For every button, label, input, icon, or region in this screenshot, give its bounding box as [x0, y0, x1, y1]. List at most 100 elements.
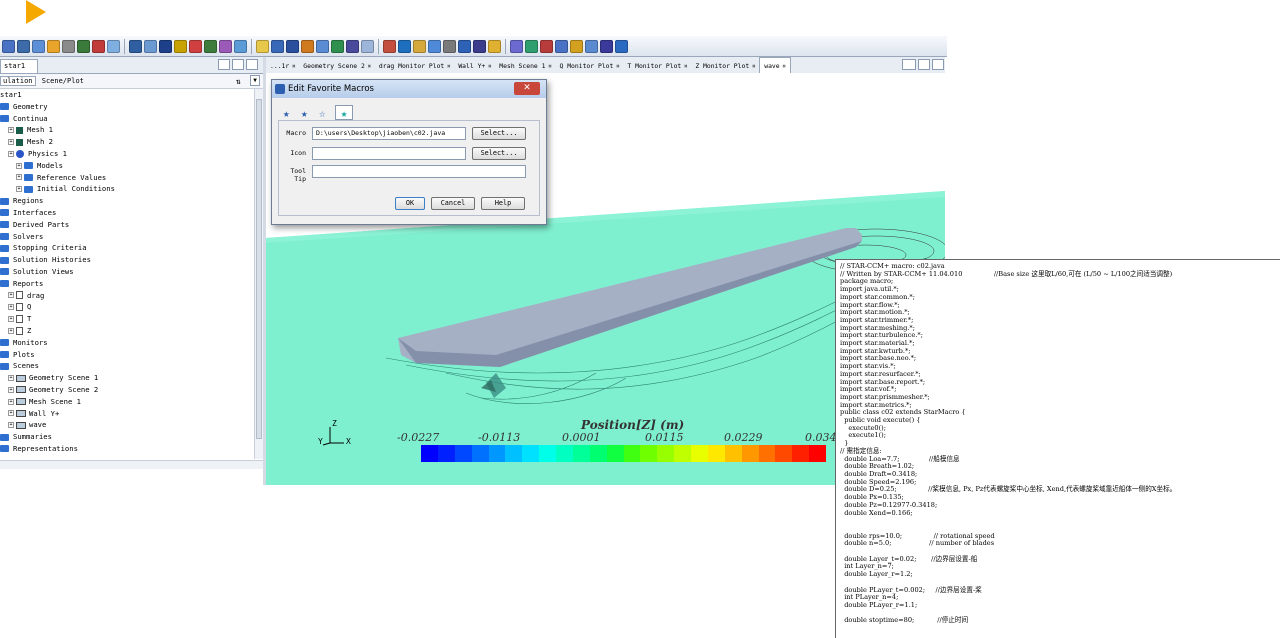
macro-path-input[interactable]: D:\users\Desktop\jiaoben\c02.java	[312, 127, 466, 140]
toolbar-tool-icon[interactable]	[47, 39, 60, 53]
star-outline-icon[interactable]: ☆	[319, 107, 326, 120]
tab-close-icon[interactable]: ⌘	[613, 64, 619, 70]
tab-simulation-view[interactable]: ulation	[0, 76, 36, 86]
expand-icon[interactable]: +	[8, 422, 14, 429]
tab-simulation[interactable]: star1	[0, 59, 38, 74]
toolbar-tool-icon[interactable]	[174, 39, 187, 53]
restore-icon[interactable]	[232, 59, 244, 70]
toolbar-tool-icon[interactable]	[413, 39, 426, 53]
star-icon[interactable]: ★	[301, 107, 308, 120]
tree-scrollbar-thumb[interactable]	[256, 99, 262, 439]
expand-icon[interactable]: +	[8, 139, 14, 146]
tree-item[interactable]: Interfaces	[0, 207, 254, 219]
tree-item[interactable]: + Z	[0, 325, 254, 337]
star-icon[interactable]: ★	[283, 107, 290, 120]
expand-icon[interactable]: +	[8, 327, 14, 334]
tab-close-icon[interactable]: ⌘	[365, 64, 371, 70]
tree-filter-icon[interactable]: ⇅	[236, 75, 241, 89]
tab-close-icon[interactable]: ⌘	[444, 64, 450, 70]
tree-item[interactable]: Reports	[0, 278, 254, 290]
tree-item[interactable]: + Physics 1	[0, 148, 254, 160]
toolbar-tool-icon[interactable]	[398, 39, 411, 53]
tree-item[interactable]: Scenes	[0, 360, 254, 372]
toolbar-tool-icon[interactable]	[219, 39, 232, 53]
tree-item[interactable]: Continua	[0, 113, 254, 125]
tree-item[interactable]: + Geometry Scene 1	[0, 372, 254, 384]
select-macro-button[interactable]: Select...	[472, 127, 526, 140]
toolbar-tool-icon[interactable]	[189, 39, 202, 53]
scene-tab[interactable]: ...1r ⌘	[266, 58, 299, 73]
tree-item[interactable]: + Mesh 2	[0, 136, 254, 148]
tree-item[interactable]: + Geometry Scene 2	[0, 384, 254, 396]
tab-close-icon[interactable]: ⌘	[780, 64, 786, 70]
play-icon[interactable]	[26, 0, 46, 24]
expand-icon[interactable]: +	[8, 386, 14, 393]
dialog-titlebar[interactable]: Edit Favorite Macros ✕	[272, 80, 546, 98]
toolbar-tool-icon[interactable]	[204, 39, 217, 53]
tree-item[interactable]: + Mesh Scene 1	[0, 396, 254, 408]
expand-icon[interactable]: +	[8, 316, 14, 323]
tree-item[interactable]: + drag	[0, 290, 254, 302]
tab-close-icon[interactable]: ⌘	[749, 64, 755, 70]
toolbar-tool-icon[interactable]	[555, 39, 568, 53]
tree-scrollbar[interactable]	[254, 89, 263, 459]
toolbar-tool-icon[interactable]	[77, 39, 90, 53]
toolbar-tool-icon[interactable]	[159, 39, 172, 53]
tree-item[interactable]: + Reference Values	[0, 172, 254, 184]
minimize-icon[interactable]	[218, 59, 230, 70]
toolbar-tool-icon[interactable]	[615, 39, 628, 53]
scene-tab[interactable]: Geometry Scene 2 ⌘	[299, 58, 375, 73]
select-icon-button[interactable]: Select...	[472, 147, 526, 160]
tree-item[interactable]: Monitors	[0, 337, 254, 349]
expand-icon[interactable]: +	[16, 162, 22, 169]
expand-icon[interactable]: +	[8, 410, 14, 417]
tree-item[interactable]: Representations	[0, 443, 254, 455]
toolbar-tool-icon[interactable]	[473, 39, 486, 53]
tree-item[interactable]: + Wall Y+	[0, 408, 254, 420]
scene-tab[interactable]: Z Monitor Plot ⌘	[691, 58, 759, 73]
toolbar-tool-icon[interactable]	[129, 39, 142, 53]
toolbar-tool-icon[interactable]	[144, 39, 157, 53]
toolbar-tool-icon[interactable]	[525, 39, 538, 53]
tree-horizontal-scrollbar[interactable]	[0, 460, 263, 469]
toolbar-tool-icon[interactable]	[570, 39, 583, 53]
expand-icon[interactable]: +	[16, 174, 22, 181]
toolbar-tool-icon[interactable]	[92, 39, 105, 53]
tree-item[interactable]: Summaries	[0, 431, 254, 443]
scene-tab[interactable]: Q Monitor Plot ⌘	[556, 58, 624, 73]
tree-item[interactable]: Derived Parts	[0, 219, 254, 231]
tree-item[interactable]: + T	[0, 313, 254, 325]
tree-item[interactable]: Plots	[0, 349, 254, 361]
restore-icon[interactable]	[902, 59, 916, 70]
expand-icon[interactable]: +	[16, 186, 22, 193]
tab-scene-plot[interactable]: Scene/Plot	[40, 77, 86, 85]
toolbar-tool-icon[interactable]	[32, 39, 45, 53]
minimize-icon[interactable]	[918, 59, 930, 70]
scene-tab[interactable]: Mesh Scene 1 ⌘	[495, 58, 555, 73]
toolbar-tool-icon[interactable]	[316, 39, 329, 53]
maximize-icon[interactable]	[932, 59, 944, 70]
toolbar-tool-icon[interactable]	[443, 39, 456, 53]
tree-item[interactable]: Regions	[0, 195, 254, 207]
tree-item[interactable]: + Initial Conditions	[0, 183, 254, 195]
tooltip-input[interactable]	[312, 165, 526, 178]
tab-close-icon[interactable]: ⌘	[485, 64, 491, 70]
cancel-button[interactable]: Cancel	[431, 197, 475, 210]
view-window-controls[interactable]	[902, 59, 945, 71]
toolbar-tool-icon[interactable]	[600, 39, 613, 53]
expand-icon[interactable]: +	[8, 127, 14, 134]
tab-close-icon[interactable]: ⌘	[289, 64, 295, 70]
toolbar-tool-icon[interactable]	[383, 39, 396, 53]
toolbar-tool-icon[interactable]	[331, 39, 344, 53]
tree-item[interactable]: Solvers	[0, 231, 254, 243]
teal-star-icon[interactable]: ★	[335, 105, 353, 120]
tree-item[interactable]: Stopping Criteria	[0, 242, 254, 254]
toolbar-tool-icon[interactable]	[256, 39, 269, 53]
tree-item[interactable]: + Models	[0, 160, 254, 172]
toolbar-tool-icon[interactable]	[488, 39, 501, 53]
icon-input[interactable]	[312, 147, 466, 160]
expand-icon[interactable]: +	[8, 304, 14, 311]
tree-item[interactable]: Solution Views	[0, 266, 254, 278]
tree-item[interactable]: + Mesh 1	[0, 124, 254, 136]
toolbar-tool-icon[interactable]	[271, 39, 284, 53]
